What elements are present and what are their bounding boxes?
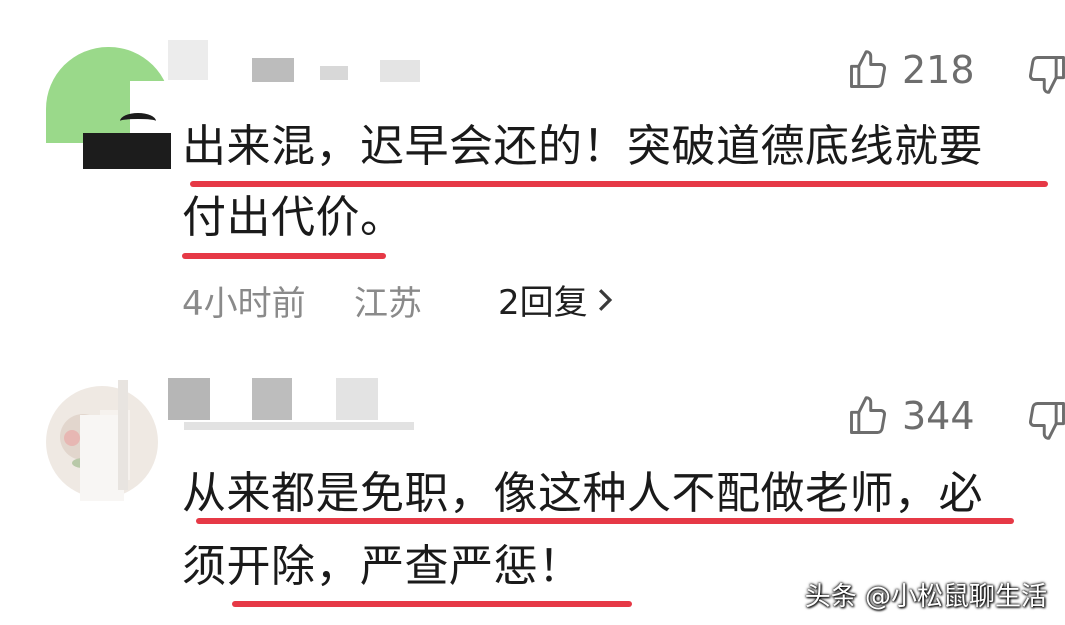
like-button[interactable]: 344 xyxy=(846,394,975,438)
thumbs-up-icon xyxy=(850,396,886,434)
chevron-right-icon xyxy=(598,288,612,311)
comment-text-line: 须开除，严查严惩！ xyxy=(182,541,583,592)
avatar-figure xyxy=(83,133,171,169)
like-button[interactable]: 218 xyxy=(846,48,975,92)
thumbs-down-icon xyxy=(1029,402,1065,440)
thumbs-down-icon xyxy=(1029,56,1065,94)
flower-detail xyxy=(64,430,80,446)
avatar-mosaic xyxy=(118,380,128,490)
red-underline xyxy=(196,518,1014,524)
like-count: 344 xyxy=(902,394,975,438)
red-underline xyxy=(232,601,632,607)
replies-link[interactable]: 2回复 xyxy=(498,275,614,324)
mosaic-block xyxy=(252,378,292,420)
dislike-button[interactable] xyxy=(1025,398,1065,446)
thumbs-up-icon xyxy=(850,50,886,88)
avatar[interactable] xyxy=(46,47,171,169)
mosaic-block xyxy=(168,40,208,80)
mosaic-block xyxy=(320,66,348,80)
red-underline xyxy=(190,181,1048,187)
mosaic-block xyxy=(184,422,414,430)
comment-text-line: 付出代价。 xyxy=(182,192,405,243)
red-underline xyxy=(182,253,386,259)
comment-text-line: 出来混，迟早会还的！突破道德底线就要 xyxy=(182,121,983,172)
comment-location: 江苏 xyxy=(354,284,422,324)
comment-text-line: 从来都是免职，像这种人不配做老师，必 xyxy=(182,468,983,519)
replies-label: 2回复 xyxy=(498,283,588,323)
mosaic-block xyxy=(380,60,420,82)
mosaic-block xyxy=(168,378,210,420)
mosaic-block xyxy=(252,58,294,82)
avatar-detail xyxy=(120,113,156,129)
mosaic-block xyxy=(336,378,378,420)
comment-time: 4小时前 xyxy=(182,284,306,324)
like-count: 218 xyxy=(902,48,975,92)
watermark: 头条 @小松鼠聊生活 xyxy=(804,582,1047,612)
dislike-button[interactable] xyxy=(1025,52,1065,100)
